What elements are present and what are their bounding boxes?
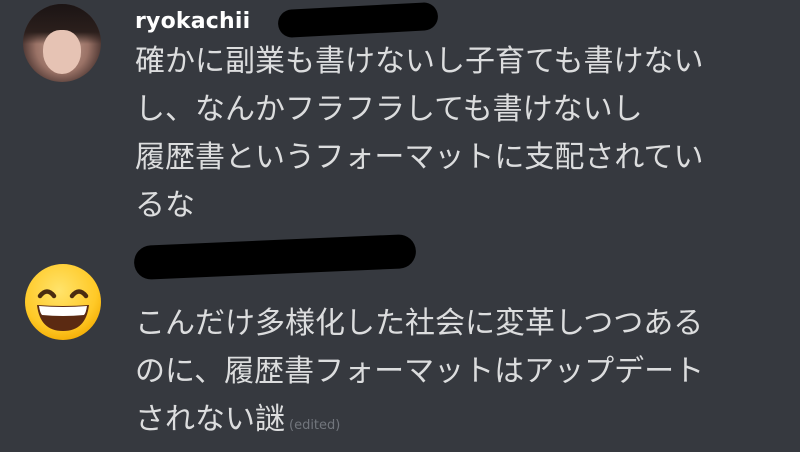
message-content: こんだけ多様化した社会に変革しつつある のに、履歴書フォーマットはアップデート … [135, 300, 775, 450]
message-line: 確かに副業も書けないし子育ても書けない [135, 44, 704, 79]
user-avatar[interactable] [24, 263, 102, 341]
message-text: されない謎 [135, 402, 285, 437]
redaction-mark [277, 1, 439, 39]
redaction-mark [133, 233, 417, 281]
message-content: 確かに副業も書けないし子育ても書けない し、なんかフラフラしても書けないし 履歴… [135, 38, 775, 230]
message-line: こんだけ多様化した社会に変革しつつある [135, 306, 704, 341]
message-line: し、なんかフラフラしても書けないし [135, 92, 643, 127]
grinning-face-emoji-icon [25, 264, 101, 340]
user-avatar[interactable] [23, 4, 101, 82]
message-line-last: されない謎 (edited) [135, 396, 775, 450]
username[interactable]: ryokachii [135, 9, 250, 34]
message-1: ryokachii 確かに副業も書けないし子育ても書けない し、なんかフラフラし… [0, 0, 800, 230]
avatar-face [43, 30, 81, 74]
message-2: こんだけ多様化した社会に変革しつつある のに、履歴書フォーマットはアップデート … [0, 233, 800, 452]
message-header: ryokachii [135, 6, 260, 36]
message-line: 履歴書というフォーマットに支配されてい [135, 140, 704, 175]
edited-label: (edited) [289, 418, 341, 433]
message-line: るな [135, 188, 195, 223]
message-line: のに、履歴書フォーマットはアップデート [135, 354, 705, 389]
